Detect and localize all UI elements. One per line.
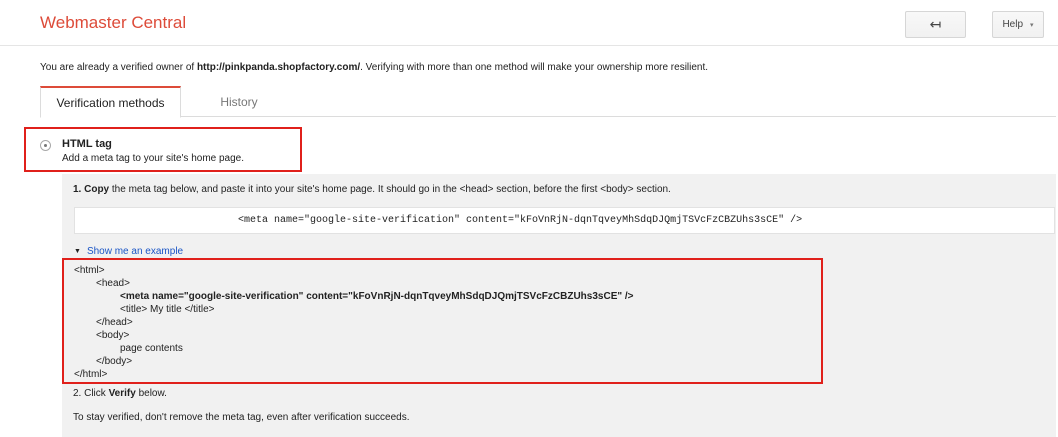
owner-note-suffix: . Verifying with more than one method wi…	[360, 62, 709, 73]
step1-text: the meta tag below, and paste it into yo…	[109, 184, 671, 195]
help-button[interactable]: Help ▾	[992, 11, 1044, 38]
code-title-line: <title> My title </title>	[120, 304, 215, 315]
step2-instruction: 2. Click Verify below.	[73, 388, 167, 399]
code-body-close: </body>	[96, 356, 133, 367]
tab-history[interactable]: History	[199, 86, 279, 117]
app-title[interactable]: Webmaster Central	[40, 13, 186, 33]
show-example-label: Show me an example	[86, 246, 184, 257]
method-title: HTML tag	[62, 138, 112, 150]
html-tag-radio[interactable]	[40, 140, 51, 151]
back-arrow-icon: ↤	[929, 16, 942, 32]
help-label: Help	[1002, 19, 1024, 30]
code-body-text: page contents	[120, 343, 183, 354]
code-html-close: </html>	[74, 369, 108, 380]
code-html-open: <html>	[74, 265, 105, 276]
show-example-link[interactable]: ▼ Show me an example	[74, 246, 183, 257]
step2-verify: Verify	[108, 388, 136, 399]
step1-bold: 1. Copy	[73, 184, 110, 195]
meta-tag-field[interactable]: <meta name="google-site-verification" co…	[74, 207, 1055, 234]
step2-suffix: below.	[135, 388, 167, 399]
owner-note-prefix: You are already a verified owner of	[40, 62, 197, 73]
example-highlight-box	[62, 258, 823, 384]
step2-prefix: 2. Click	[73, 388, 109, 399]
method-description: Add a meta tag to your site's home page.	[62, 153, 245, 164]
owner-note: You are already a verified owner of http…	[40, 62, 708, 73]
back-button[interactable]: ↤	[905, 11, 966, 38]
stay-verified-note: To stay verified, don't remove the meta …	[73, 412, 410, 423]
step1-instruction: 1. Copy the meta tag below, and paste it…	[73, 184, 671, 195]
chevron-down-icon: ▾	[1030, 21, 1034, 29]
triangle-down-icon: ▼	[74, 248, 81, 255]
tab-verification-methods[interactable]: Verification methods	[40, 86, 181, 118]
code-body-open: <body>	[96, 330, 130, 341]
code-meta-line: <meta name="google-site-verification" co…	[120, 291, 634, 302]
code-head-close: </head>	[96, 317, 133, 328]
site-url: http://pinkpanda.shopfactory.com/	[196, 62, 361, 73]
tab-bar: Verification methods History	[40, 86, 1056, 118]
top-bar: Webmaster Central ↤ Help ▾	[0, 0, 1058, 46]
code-head-open: <head>	[96, 278, 130, 289]
